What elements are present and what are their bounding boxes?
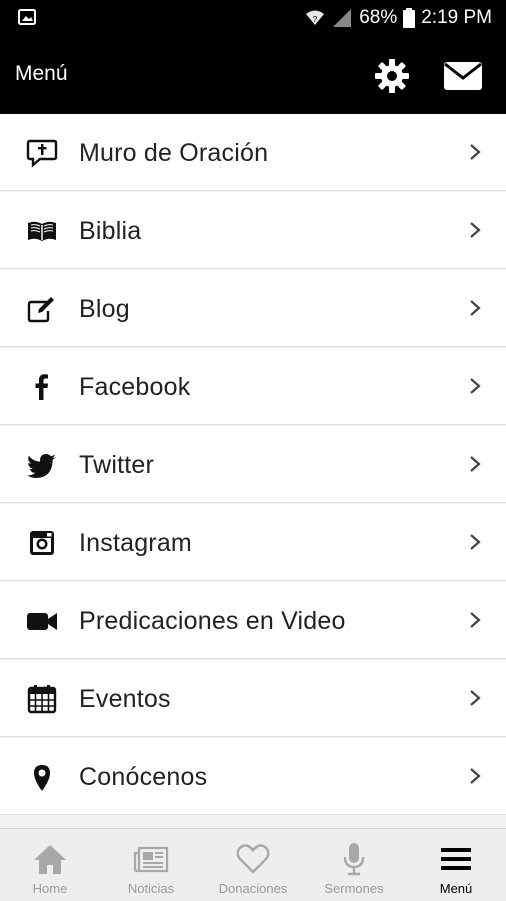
app-bar: Menú: [0, 36, 506, 114]
battery-icon: [403, 8, 416, 28]
menu-item-label: Blog: [79, 295, 130, 323]
menu-item-label: Predicaciones en Video: [79, 607, 346, 635]
tab-label: Donaciones: [218, 881, 288, 896]
wifi-icon: ?: [306, 10, 325, 25]
menu-item-biblia[interactable]: Biblia: [0, 192, 506, 269]
menu-item-label: Conócenos: [79, 763, 208, 791]
menu-item-facebook[interactable]: Facebook: [0, 348, 506, 425]
chevron-right-icon: [470, 222, 481, 238]
bottom-nav: Home Noticias Donaciones Sermones Menú: [0, 828, 506, 901]
chevron-right-icon: [470, 456, 481, 472]
hamburger-menu-icon: [441, 848, 471, 870]
tab-donaciones[interactable]: Donaciones: [203, 829, 303, 901]
tab-menu[interactable]: Menú: [406, 829, 506, 901]
video-camera-icon: [27, 613, 57, 630]
menu-item-label: Twitter: [79, 451, 155, 479]
chevron-right-icon: [470, 300, 481, 316]
chevron-right-icon: [470, 144, 481, 160]
tab-noticias[interactable]: Noticias: [101, 829, 201, 901]
facebook-icon: [35, 374, 48, 400]
menu-item-label: Instagram: [79, 529, 192, 557]
newspaper-icon: [133, 846, 169, 873]
book-icon: [28, 221, 56, 241]
status-bar: ? 68% 2:19 PM: [0, 0, 506, 36]
menu-item-conocenos[interactable]: Conócenos: [0, 738, 506, 815]
map-marker-icon: [34, 765, 50, 791]
menu-list: Muro de Oración Biblia Blog Facebook Twi…: [0, 114, 506, 828]
menu-item-label: Facebook: [79, 373, 191, 401]
chevron-right-icon: [470, 534, 481, 550]
tab-label: Menú: [439, 881, 473, 896]
battery-percent: 68%: [359, 7, 398, 28]
chevron-right-icon: [470, 378, 481, 394]
calendar-icon: [27, 685, 57, 714]
clock: 2:19 PM: [421, 7, 492, 28]
twitter-icon: [27, 454, 56, 478]
image-notification-icon: [18, 9, 36, 25]
signal-icon: [333, 9, 352, 27]
menu-item-blog[interactable]: Blog: [0, 270, 506, 347]
prayer-wall-icon: [26, 139, 58, 168]
home-icon: [34, 845, 66, 874]
menu-item-predicaciones-en-video[interactable]: Predicaciones en Video: [0, 582, 506, 659]
menu-item-instagram[interactable]: Instagram: [0, 504, 506, 581]
chevron-right-icon: [470, 690, 481, 706]
chevron-right-icon: [470, 768, 481, 784]
svg-text:?: ?: [313, 15, 318, 24]
edit-icon: [27, 297, 54, 323]
tab-label: Home: [32, 881, 68, 896]
menu-item-muro-de-oracion[interactable]: Muro de Oración: [0, 114, 506, 191]
menu-item-label: Muro de Oración: [79, 139, 269, 167]
menu-item-label: Eventos: [79, 685, 171, 713]
menu-item-eventos[interactable]: Eventos: [0, 660, 506, 737]
tab-home[interactable]: Home: [0, 829, 100, 901]
instagram-icon: [30, 531, 54, 555]
microphone-icon: [343, 843, 365, 876]
chevron-right-icon: [470, 612, 481, 628]
page-title: Menú: [15, 62, 68, 85]
menu-item-twitter[interactable]: Twitter: [0, 426, 506, 503]
tab-sermones[interactable]: Sermones: [304, 829, 404, 901]
menu-item-label: Biblia: [79, 217, 142, 245]
heart-icon: [236, 844, 270, 874]
tab-label: Sermones: [324, 881, 384, 896]
gear-icon[interactable]: [374, 58, 410, 94]
mail-icon[interactable]: [443, 58, 483, 94]
tab-label: Noticias: [127, 881, 175, 896]
